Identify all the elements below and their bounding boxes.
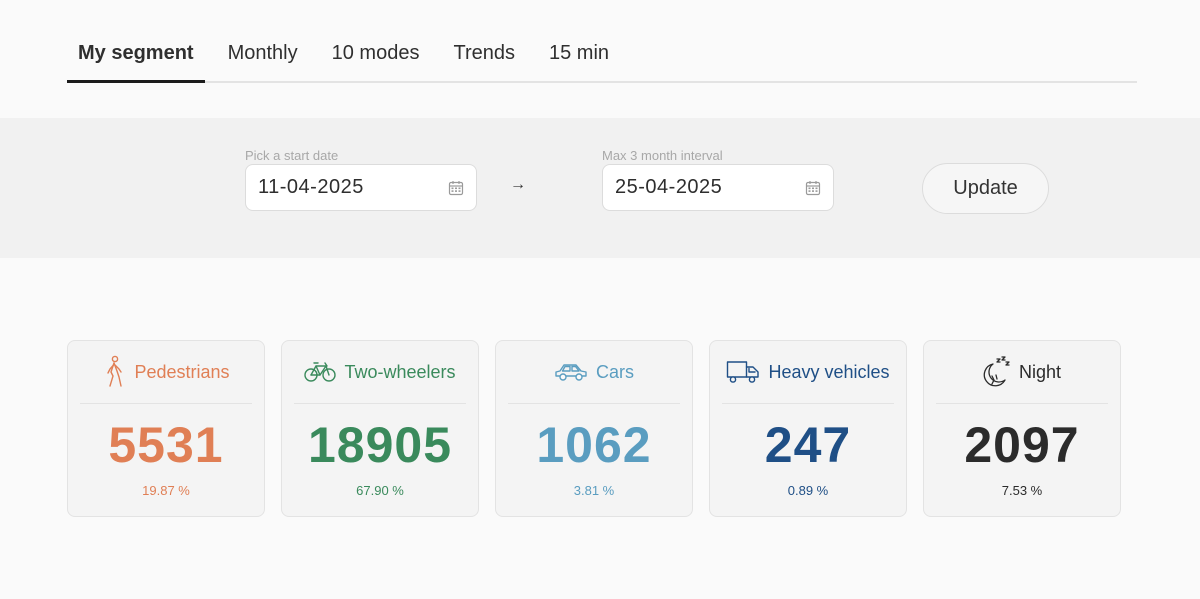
end-date-value: 25-04-2025 bbox=[615, 176, 723, 198]
tab-bar: My segment Monthly 10 modes Trends 15 mi… bbox=[67, 28, 1137, 83]
card-count: 1062 bbox=[536, 417, 652, 473]
stat-card-night: Night 2097 7.53 % bbox=[923, 340, 1121, 517]
truck-icon bbox=[727, 361, 760, 383]
start-date-label: Pick a start date bbox=[245, 148, 339, 163]
stat-card-pedestrians: Pedestrians 5531 19.87 % bbox=[67, 340, 265, 517]
date-range-panel: Pick a start date 11-04-2025 → Max 3 mon… bbox=[0, 118, 1200, 258]
stat-card-cars: Cars 1062 3.81 % bbox=[495, 340, 693, 517]
end-date-label: Max 3 month interval bbox=[602, 148, 723, 163]
card-header: Two-wheelers bbox=[294, 341, 466, 404]
card-label: Cars bbox=[595, 361, 634, 382]
card-label: Heavy vehicles bbox=[768, 361, 890, 382]
card-label: Pedestrians bbox=[134, 361, 230, 382]
card-count: 18905 bbox=[307, 417, 453, 473]
tab-my-segment[interactable]: My segment bbox=[67, 26, 205, 83]
card-percent: 67.90 % bbox=[356, 483, 404, 498]
tab-10-modes[interactable]: 10 modes bbox=[321, 26, 431, 81]
card-header: Night bbox=[936, 341, 1108, 404]
card-count: 247 bbox=[764, 417, 852, 473]
card-header: Heavy vehicles bbox=[722, 341, 894, 404]
start-date-field[interactable]: 11-04-2025 bbox=[245, 164, 477, 211]
card-label: Night bbox=[1018, 361, 1062, 382]
end-date-field[interactable]: 25-04-2025 bbox=[602, 164, 834, 211]
range-arrow-icon: → bbox=[510, 176, 526, 193]
card-percent: 0.89 % bbox=[787, 483, 829, 498]
card-percent: 7.53 % bbox=[1001, 483, 1043, 498]
stat-card-heavy-vehicles: Heavy vehicles 247 0.89 % bbox=[709, 340, 907, 517]
tab-monthly[interactable]: Monthly bbox=[217, 26, 309, 81]
pedestrian-icon bbox=[107, 355, 123, 387]
bicycle-icon bbox=[304, 362, 337, 382]
card-percent: 3.81 % bbox=[573, 483, 615, 498]
card-header: Pedestrians bbox=[80, 341, 252, 404]
stat-card-two-wheelers: Two-wheelers 18905 67.90 % bbox=[281, 340, 479, 517]
card-header: Cars bbox=[508, 341, 680, 404]
calendar-icon[interactable] bbox=[448, 180, 464, 196]
start-date-value: 11-04-2025 bbox=[258, 176, 364, 198]
calendar-icon[interactable] bbox=[805, 180, 821, 196]
update-button[interactable]: Update bbox=[922, 163, 1049, 214]
card-count: 2097 bbox=[964, 417, 1080, 473]
car-icon bbox=[555, 364, 587, 381]
card-percent: 19.87 % bbox=[142, 483, 190, 498]
tab-15-min[interactable]: 15 min bbox=[538, 26, 620, 81]
card-label: Two-wheelers bbox=[344, 361, 456, 382]
night-icon bbox=[983, 356, 1010, 387]
tab-trends[interactable]: Trends bbox=[442, 26, 526, 81]
card-count: 5531 bbox=[108, 417, 224, 473]
